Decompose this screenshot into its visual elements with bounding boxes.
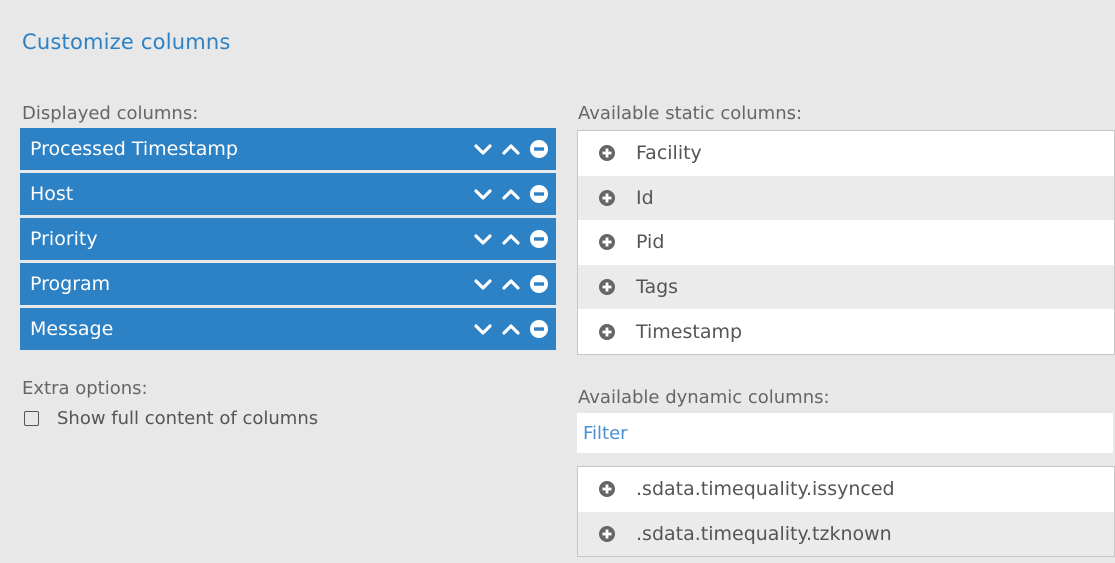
dynamic-column-label: .sdata.timequality.tzknown — [636, 522, 892, 545]
chevron-down-icon[interactable] — [472, 228, 494, 250]
minus-circle-icon[interactable] — [528, 228, 550, 250]
panel-title: Customize columns — [22, 30, 231, 54]
available-static-columns-list: Facility Id Pid Tags Timestamp — [577, 130, 1115, 355]
chevron-down-icon[interactable] — [472, 273, 494, 295]
plus-circle-icon[interactable] — [598, 525, 616, 543]
displayed-columns-list: Processed Timestamp Host Priority Progra… — [20, 128, 556, 353]
static-column-row[interactable]: Facility — [578, 131, 1114, 176]
show-full-content-checkbox[interactable] — [24, 411, 39, 426]
extra-options-label: Extra options: — [22, 378, 148, 399]
static-column-row[interactable]: Id — [578, 175, 1114, 221]
static-column-label: Id — [636, 186, 654, 209]
available-static-columns-label: Available static columns: — [578, 103, 803, 124]
static-column-row[interactable]: Pid — [578, 220, 1114, 265]
static-column-row[interactable]: Tags — [578, 264, 1114, 310]
row-actions — [466, 173, 550, 215]
static-column-label: Facility — [636, 142, 702, 165]
displayed-column-row[interactable]: Host — [20, 173, 556, 215]
chevron-up-icon[interactable] — [500, 318, 522, 340]
row-actions — [466, 128, 550, 170]
minus-circle-icon[interactable] — [528, 183, 550, 205]
customize-columns-panel: Customize columns Displayed columns: Pro… — [0, 0, 1115, 563]
dynamic-column-row[interactable]: .sdata.timequality.issynced — [578, 467, 1114, 512]
plus-circle-icon[interactable] — [598, 278, 616, 296]
dynamic-columns-filter-input[interactable] — [577, 413, 1113, 453]
row-actions — [466, 263, 550, 305]
minus-circle-icon[interactable] — [528, 273, 550, 295]
dynamic-column-row[interactable]: .sdata.timequality.tzknown — [578, 511, 1114, 557]
show-full-content-option[interactable]: Show full content of columns — [24, 408, 318, 429]
displayed-columns-label: Displayed columns: — [22, 103, 199, 124]
static-column-label: Tags — [636, 276, 679, 299]
displayed-column-row[interactable]: Processed Timestamp — [20, 128, 556, 170]
static-column-label: Timestamp — [636, 320, 743, 343]
plus-circle-icon[interactable] — [598, 144, 616, 162]
displayed-column-row[interactable]: Message — [20, 308, 556, 350]
plus-circle-icon[interactable] — [598, 189, 616, 207]
minus-circle-icon[interactable] — [528, 318, 550, 340]
static-column-row[interactable]: Timestamp — [578, 309, 1114, 354]
chevron-down-icon[interactable] — [472, 138, 494, 160]
displayed-column-row[interactable]: Program — [20, 263, 556, 305]
chevron-down-icon[interactable] — [472, 318, 494, 340]
displayed-column-row[interactable]: Priority — [20, 218, 556, 260]
plus-circle-icon[interactable] — [598, 323, 616, 341]
chevron-up-icon[interactable] — [500, 273, 522, 295]
chevron-up-icon[interactable] — [500, 183, 522, 205]
chevron-up-icon[interactable] — [500, 138, 522, 160]
row-actions — [466, 308, 550, 350]
row-actions — [466, 218, 550, 260]
static-column-label: Pid — [636, 231, 665, 254]
minus-circle-icon[interactable] — [528, 138, 550, 160]
plus-circle-icon[interactable] — [598, 480, 616, 498]
available-dynamic-columns-list: .sdata.timequality.issynced .sdata.timeq… — [577, 466, 1115, 558]
chevron-up-icon[interactable] — [500, 228, 522, 250]
show-full-content-label: Show full content of columns — [57, 408, 319, 429]
chevron-down-icon[interactable] — [472, 183, 494, 205]
plus-circle-icon[interactable] — [598, 233, 616, 251]
available-dynamic-columns-label: Available dynamic columns: — [578, 387, 830, 408]
dynamic-column-label: .sdata.timequality.issynced — [636, 478, 895, 501]
